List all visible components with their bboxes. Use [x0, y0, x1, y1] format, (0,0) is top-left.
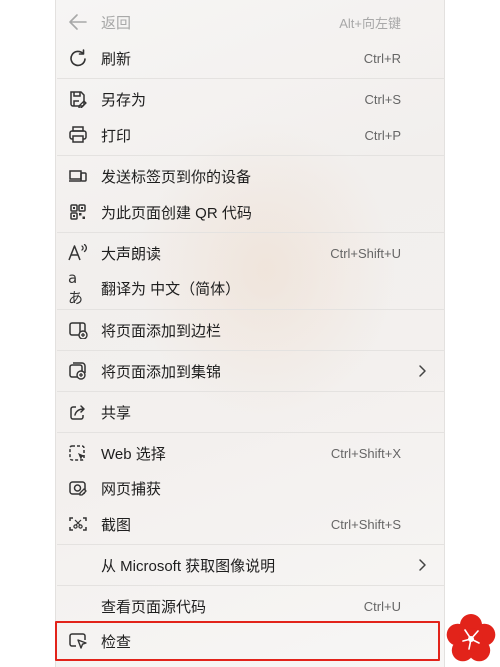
menu-separator	[57, 350, 445, 351]
menu-separator	[57, 309, 445, 310]
menu-item-shortcut: Ctrl+Shift+S	[330, 516, 401, 532]
read-aloud-icon	[68, 244, 88, 262]
menu-item-label: 网页捕获	[101, 480, 162, 498]
menu-item-label: 返回	[101, 14, 132, 32]
context-menu: 返回 Alt+向左键 刷新 Ctrl+R 另存为 Ctrl+S 打印 Ctrl+…	[55, 0, 445, 667]
web-select-icon	[68, 444, 88, 462]
menu-separator	[57, 432, 445, 433]
menu-item-image-descriptions[interactable]: 从 Microsoft 获取图像说明	[56, 549, 446, 581]
menu-item-print[interactable]: 打印 Ctrl+P	[56, 119, 446, 151]
screenshot-icon	[68, 515, 88, 533]
menu-separator	[57, 585, 445, 586]
menu-item-read-aloud[interactable]: 大声朗读 Ctrl+Shift+U	[56, 237, 446, 269]
menu-item-label: 将页面添加到集锦	[101, 363, 222, 381]
menu-item-refresh[interactable]: 刷新 Ctrl+R	[56, 42, 446, 74]
menu-item-label: Web 选择	[101, 445, 166, 463]
menu-separator	[57, 544, 445, 545]
menu-item-label: 打印	[101, 127, 132, 145]
menu-item-shortcut: Ctrl+Shift+U	[330, 245, 401, 261]
menu-item-label: 截图	[101, 516, 132, 534]
menu-item-label: 另存为	[101, 91, 147, 109]
menu-item-label: 为此页面创建 QR 代码	[101, 204, 252, 222]
translate-icon: aあ	[68, 268, 84, 307]
menu-item-save-as[interactable]: 另存为 Ctrl+S	[56, 83, 446, 115]
qr-code-icon	[68, 203, 88, 221]
chevron-right-icon	[416, 558, 428, 572]
menu-item-share[interactable]: 共享	[56, 396, 446, 428]
menu-item-back[interactable]: 返回 Alt+向左键	[56, 6, 446, 38]
menu-item-label: 发送标签页到你的设备	[101, 168, 252, 186]
menu-item-add-to-collections[interactable]: 将页面添加到集锦	[56, 355, 446, 387]
menu-item-web-capture[interactable]: 网页捕获	[56, 472, 446, 504]
menu-separator	[57, 155, 445, 156]
menu-separator	[57, 78, 445, 79]
menu-item-shortcut: Ctrl+S	[364, 91, 401, 107]
menu-item-view-source[interactable]: 查看页面源代码 Ctrl+U	[56, 590, 446, 622]
inspect-highlight-box	[55, 621, 440, 661]
back-arrow-icon	[68, 13, 88, 31]
send-to-devices-icon	[68, 167, 88, 185]
menu-item-label: 共享	[101, 404, 132, 422]
share-icon	[68, 403, 88, 421]
menu-item-send-tab[interactable]: 发送标签页到你的设备	[56, 160, 446, 192]
menu-item-label: 大声朗读	[101, 245, 162, 263]
menu-separator	[57, 391, 445, 392]
menu-item-qr-code[interactable]: 为此页面创建 QR 代码	[56, 196, 446, 228]
printer-icon	[68, 126, 88, 144]
menu-item-label: 刷新	[101, 50, 132, 68]
menu-item-add-to-sidebar[interactable]: 将页面添加到边栏	[56, 314, 446, 346]
menu-item-screenshot[interactable]: 截图 Ctrl+Shift+S	[56, 508, 446, 540]
add-to-collections-icon	[68, 362, 88, 380]
chevron-right-icon	[416, 364, 428, 378]
menu-separator	[57, 232, 445, 233]
refresh-icon	[68, 49, 88, 67]
menu-item-label: 从 Microsoft 获取图像说明	[101, 557, 276, 575]
menu-item-shortcut: Alt+向左键	[339, 15, 401, 31]
red-flower-badge-icon	[444, 612, 498, 666]
menu-item-shortcut: Ctrl+P	[364, 127, 401, 143]
menu-item-shortcut: Ctrl+R	[363, 50, 401, 66]
menu-item-translate[interactable]: aあ 翻译为 中文（简体）	[56, 268, 446, 307]
menu-item-web-select[interactable]: Web 选择 Ctrl+Shift+X	[56, 437, 446, 469]
menu-item-label: 翻译为 中文（简体）	[101, 280, 241, 298]
web-capture-icon	[68, 479, 88, 497]
save-as-icon	[68, 90, 88, 108]
menu-item-shortcut: Ctrl+U	[363, 598, 401, 614]
menu-item-label: 查看页面源代码	[101, 598, 207, 616]
add-to-sidebar-icon	[68, 321, 88, 339]
menu-item-label: 将页面添加到边栏	[101, 322, 222, 340]
menu-item-shortcut: Ctrl+Shift+X	[330, 445, 401, 461]
